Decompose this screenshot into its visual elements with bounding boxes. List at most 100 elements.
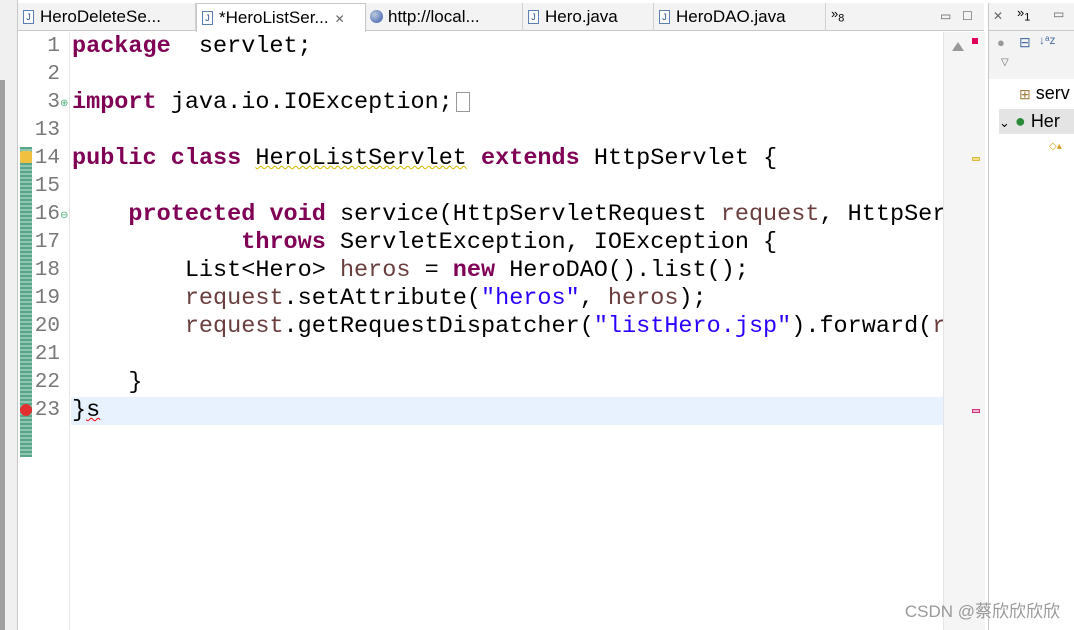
outline-item-class[interactable]: ⌄ ● Her [999,109,1074,134]
line-number: 15 [34,175,60,198]
minimize-icon[interactable]: ▭ [1053,7,1064,21]
code-line[interactable]: import java.io.IOException; [72,89,470,117]
code-token: HttpServlet { [579,145,778,172]
warning-icon[interactable] [20,151,32,163]
code-token: java.io.IOException; [156,89,453,116]
code-token: extends [481,145,580,172]
code-line[interactable]: public class HeroListServlet extends Htt… [72,145,777,173]
code-line[interactable]: throws ServletException, IOException { [72,229,777,257]
minimize-icon[interactable]: ▭ [940,9,951,23]
tab-label: Hero.java [545,7,618,26]
code-token: "heros" [480,285,580,312]
outline-label: serv [1035,83,1070,103]
collapse-all-icon[interactable]: ⊟ [1019,34,1031,51]
hide-fields-icon[interactable]: ● [997,35,1005,50]
tab-herodao-java[interactable]: J HeroDAO.java [654,3,826,31]
method-icon[interactable]: ◇▴ [1049,141,1062,152]
view-menu-icon[interactable]: ▽ [1001,57,1009,68]
error-indicator-icon[interactable] [972,38,978,44]
code-token: new [452,257,496,284]
code-token: ).forward( [791,313,933,340]
code-line[interactable]: protected void service(HttpServletReques… [72,201,961,229]
outline-view: ✕ »1 ▭ ● ⊟ ↓ᵃz ▽ ⊞ serv ⌄ ● Her ◇▴ [988,3,1074,630]
line-number: 21 [34,343,60,366]
expand-fold-icon[interactable]: ⊕ [60,98,68,109]
left-panel-edge [0,0,18,630]
line-number-gutter: 1 2 3 13 14 15 16 17 18 19 20 21 22 23 ⊕ ⊖ [18,32,70,630]
code-token: class [170,145,242,172]
code-token: .getRequestDispatcher( [283,313,594,340]
code-token: HeroDAO().list(); [495,257,749,284]
collapse-fold-icon[interactable]: ⊖ [60,210,68,221]
tab-label: *HeroListSer... [219,8,329,27]
code-token: , [579,285,608,312]
tab-herolistservlet[interactable]: J *HeroListSer... ✕ [196,3,366,32]
code-editor[interactable]: 1 2 3 13 14 15 16 17 18 19 20 21 22 23 ⊕ ⊖ package serv… [18,32,985,630]
code-token: import [72,89,157,116]
line-number: 22 [34,371,60,394]
close-icon[interactable]: ✕ [335,12,345,26]
editor-tab-bar: J HeroDeleteSe... J *HeroListSer... ✕ http:… [18,3,984,32]
code-line[interactable]: package servlet; [72,33,312,61]
globe-icon [370,10,383,23]
line-number: 1 [47,35,60,58]
code-token: void [269,201,326,228]
code-token: } [72,397,87,424]
line-number: 2 [47,63,60,86]
folded-code-box[interactable] [455,91,470,112]
java-file-icon: J [659,10,670,24]
maximize-icon[interactable]: ☐ [962,9,973,23]
code-token: .setAttribute( [283,285,481,312]
code-line[interactable]: request.setAttribute("heros", heros); [72,285,707,313]
code-token: heros [607,285,679,312]
tab-label: http://local... [388,7,480,26]
code-token: HeroListServlet [255,145,467,172]
code-line[interactable]: } [72,369,142,397]
warning-marker[interactable] [972,157,980,161]
code-line[interactable]: List<Hero> heros = new HeroDAO().list(); [72,257,749,285]
code-token: service(HttpServletRequest [325,201,721,228]
class-icon: ● [1014,111,1026,131]
overflow-count: 1 [1024,11,1031,24]
current-line-highlight [71,397,943,425]
code-token: ServletException, IOException { [325,229,778,256]
line-number: 3 [47,91,60,114]
view-overflow-button[interactable]: »1 [1017,5,1030,24]
tab-localhost[interactable]: http://local... [366,3,523,31]
error-icon[interactable] [20,404,32,416]
sort-icon[interactable]: ↓ᵃz [1039,33,1055,47]
code-token: request [184,285,284,312]
code-line[interactable]: request.getRequestDispatcher("listHero.j… [72,313,961,341]
code-token: servlet; [170,33,312,60]
code-token: ); [678,285,707,312]
chevron-down-icon[interactable]: ⌄ [999,115,1010,130]
line-number: 17 [34,231,60,254]
code-token: heros [339,257,411,284]
tab-herodeleteservlet[interactable]: J HeroDeleteSe... [18,3,196,31]
line-number: 16 [34,203,60,226]
code-token: , HttpServ [819,201,961,228]
tab-overflow-button[interactable]: »8 [831,6,844,25]
error-marker[interactable] [972,409,980,413]
outline-item-package[interactable]: ⊞ serv [1019,83,1070,104]
java-file-warning-icon: J [202,11,213,25]
code-token: request [184,313,284,340]
code-token: public [72,145,157,172]
overview-ruler[interactable] [943,32,985,630]
code-token: package [72,33,171,60]
line-number: 14 [34,147,60,170]
watermark: CSDN @蔡欣欣欣欣 [904,602,1060,621]
scrollbar[interactable] [0,80,5,630]
code-line[interactable]: }s [72,397,100,425]
tab-label: HeroDAO.java [676,7,786,26]
scroll-up-icon[interactable] [952,42,964,51]
close-icon[interactable]: ✕ [993,9,1003,23]
code-token: throws [241,229,326,256]
code-token: "listHero.jsp" [593,313,792,340]
tab-hero-java[interactable]: J Hero.java [523,3,654,31]
